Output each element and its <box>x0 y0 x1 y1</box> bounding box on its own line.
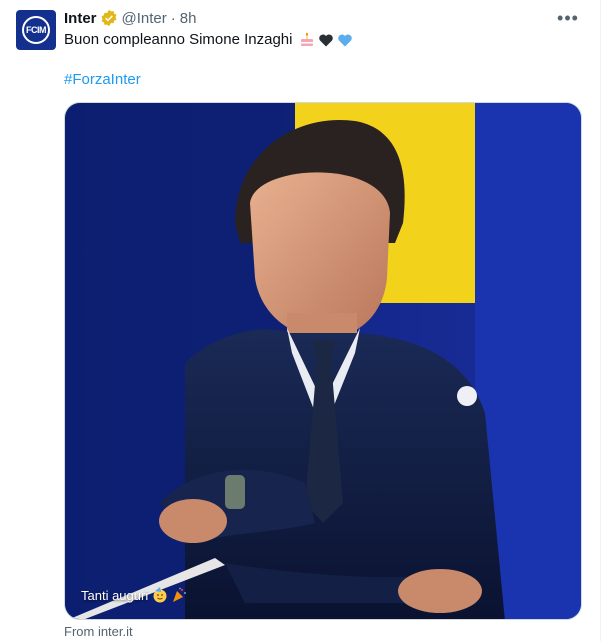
tweet-text-row: Buon compleanno Simone Inzaghi <box>64 30 353 50</box>
account-handle[interactable]: @Inter <box>122 10 167 27</box>
avatar[interactable]: FCIM <box>16 10 56 50</box>
party-face-icon <box>153 587 167 603</box>
tweet-photo[interactable]: Tanti auguri <box>64 102 582 620</box>
tweet-header: Inter @Inter · 8h <box>64 8 196 28</box>
tweet[interactable]: FCIM Inter @Inter · 8h ••• Buon complean… <box>0 0 601 641</box>
separator: · <box>170 9 176 27</box>
inzaghi-portrait-image <box>65 103 581 619</box>
birthday-cake-icon <box>300 32 313 46</box>
black-heart-icon <box>318 34 333 47</box>
blue-heart-icon <box>337 34 352 47</box>
party-popper-icon <box>173 587 187 602</box>
account-name[interactable]: Inter <box>64 10 97 27</box>
inter-logo-icon: FCIM <box>22 16 50 44</box>
link-card-source[interactable]: From inter.it <box>64 624 133 639</box>
image-caption: Tanti auguri <box>81 587 187 603</box>
tweet-text: Buon compleanno Simone Inzaghi <box>64 31 293 48</box>
hashtag-link[interactable]: #ForzaInter <box>64 70 141 90</box>
timestamp[interactable]: 8h <box>180 10 197 27</box>
verified-badge-icon <box>101 9 116 27</box>
more-options-icon[interactable]: ••• <box>556 8 580 28</box>
